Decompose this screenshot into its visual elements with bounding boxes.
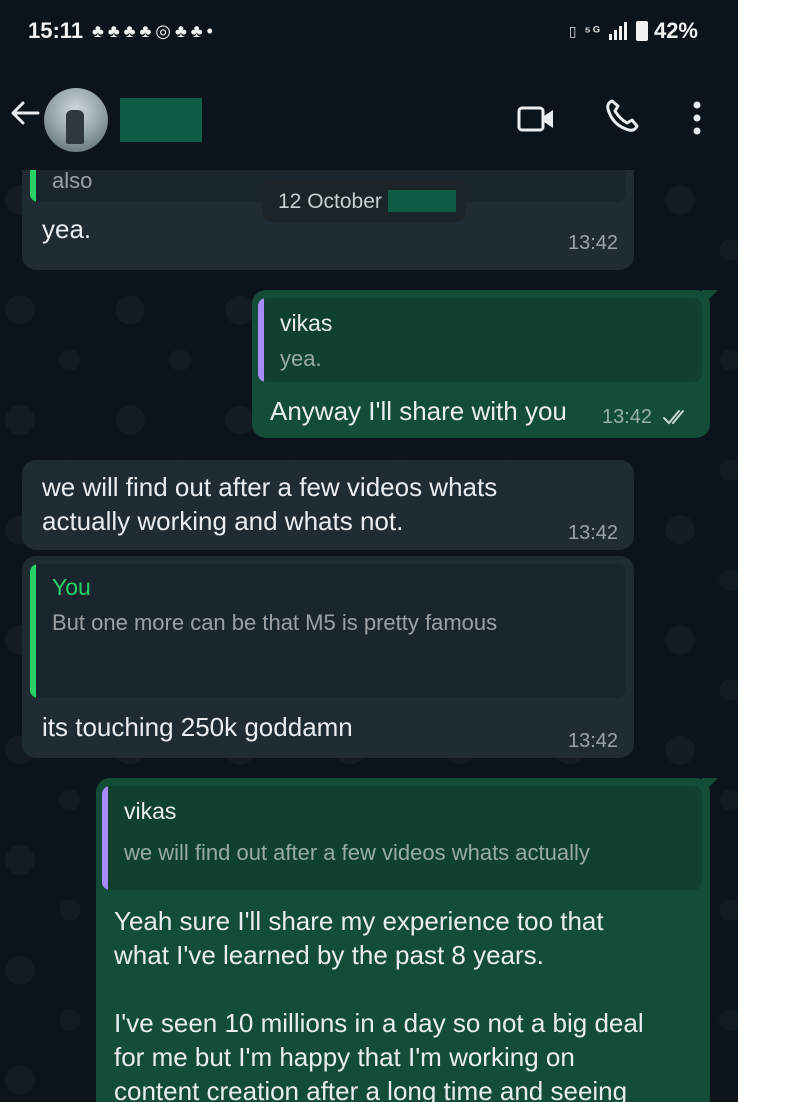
message-bubble-incoming[interactable]: You But one more can be that M5 is prett… [22,556,634,758]
quote-accent-bar [30,170,36,202]
message-text-line-1: Yeah sure I'll share my experience too t… [114,906,604,936]
battery-icon [635,21,648,41]
more-vert-icon[interactable] [688,100,706,136]
quote-accent-bar [258,298,264,382]
back-arrow-icon[interactable] [8,96,42,130]
quoted-author: vikas [280,310,333,336]
status-time: 15:11 [28,18,84,43]
phone-icon[interactable] [604,98,640,134]
message-text-line-3: I've seen 10 millions in a day so not a … [114,1008,644,1038]
message-text: its touching 250k goddamn [42,712,353,742]
bubble-tail [702,778,718,794]
message-time: 13:42 [568,522,619,544]
chat-header [0,66,738,170]
video-call-icon[interactable] [516,104,556,134]
message-text: Anyway I'll share with you [270,396,567,426]
chat-area[interactable]: also yea. 13:42 12 October vikas yea. An… [0,170,738,1102]
quoted-message[interactable]: vikas we will find out after a few video… [102,786,702,890]
bubble-tail [702,290,718,306]
quoted-text: also [52,170,93,193]
screenshot-margin [738,0,787,1102]
contact-name[interactable] [120,98,202,142]
status-right: ▯ ⁵ᴳ 42% [569,18,698,44]
message-text-line-2: actually working and whats not. [42,506,404,536]
message-text-line-4: for me but I'm happy that I'm working on [114,1042,575,1072]
quote-accent-bar [102,786,108,890]
message-time: 13:42 [568,232,619,254]
message-time: 13:42 [568,730,619,752]
quoted-text: But one more can be that M5 is pretty fa… [52,610,498,635]
message-text-line-2: what I've learned by the past 8 years. [114,940,544,970]
date-label: 12 October [278,190,382,213]
notification-icons: ♣♣♣♣◎♣♣• [92,21,217,41]
quoted-message[interactable]: vikas yea. [258,298,702,382]
quoted-text: yea. [280,346,322,371]
contact-avatar[interactable] [44,88,108,152]
read-ticks-icon [663,410,684,425]
phone-screen: 15:11 ♣♣♣♣◎♣♣• ▯ ⁵ᴳ 42% also yea. 13:42 … [0,0,738,1102]
message-text-line-1: we will find out after a few videos what… [42,472,498,502]
message-bubble-outgoing[interactable]: vikas we will find out after a few video… [96,778,710,1102]
message-bubble-outgoing[interactable]: vikas yea. Anyway I'll share with you 13… [252,290,710,438]
signal-bars-icon [608,22,627,40]
date-chip: 12 October [262,180,466,222]
status-bar: 15:11 ♣♣♣♣◎♣♣• ▯ ⁵ᴳ 42% [0,0,738,66]
quoted-message[interactable]: You But one more can be that M5 is prett… [30,564,626,698]
signal-icons: ▯ ⁵ᴳ [568,22,602,39]
message-text: yea. [42,214,92,244]
message-bubble-incoming[interactable]: we will find out after a few videos what… [22,460,634,550]
battery-level: 42% [653,18,698,43]
message-text-line-5: content creation after a long time and s… [114,1076,628,1102]
redaction-block [388,190,456,212]
quote-accent-bar [30,564,36,698]
quoted-text: we will find out after a few videos what… [124,840,590,865]
quoted-author: You [52,574,91,600]
message-time: 13:42 [602,406,653,428]
quoted-author: vikas [124,798,177,824]
